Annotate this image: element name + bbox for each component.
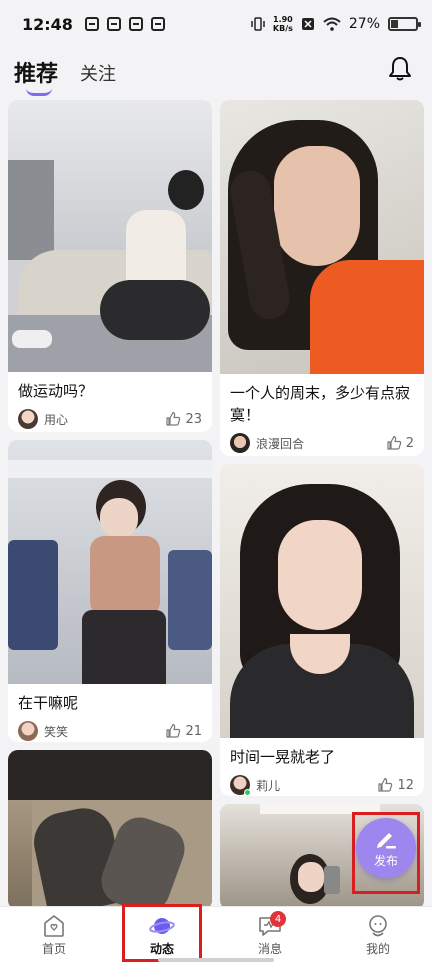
post-meta: 浪漫回合 2 (220, 426, 424, 456)
net-speed-unit: KB/s (272, 24, 293, 33)
nav-home[interactable]: 首页 (0, 907, 108, 964)
post-card[interactable]: 时间一晃就老了 莉儿 12 (220, 464, 424, 796)
like-button[interactable]: 2 (386, 435, 414, 451)
like-count: 12 (397, 777, 414, 793)
bell-icon[interactable] (388, 56, 412, 82)
post-meta: 莉儿 12 (220, 768, 424, 796)
publish-label: 发布 (373, 853, 398, 868)
battery-icon (388, 17, 421, 31)
wifi-icon (323, 17, 341, 31)
nav-messages-label: 消息 (257, 942, 282, 956)
post-photo[interactable] (220, 464, 424, 738)
post-card[interactable]: 一个人的周末，多少有点寂寞！ 浪漫回合 2 (220, 100, 424, 456)
thumbs-up-icon (378, 777, 393, 792)
tab-following-label: 关注 (80, 64, 117, 85)
post-photo[interactable] (8, 750, 212, 910)
tab-following[interactable]: 关注 (80, 60, 116, 98)
home-indicator (158, 958, 274, 962)
active-tab-indicator (26, 88, 52, 96)
vibrate-icon (251, 17, 265, 31)
publish-button[interactable]: 发布 (356, 818, 416, 878)
calendar-notification-icon (150, 17, 165, 31)
post-title: 做运动吗？ (18, 382, 94, 400)
thumbs-up-icon (166, 411, 181, 426)
nav-profile[interactable]: 我的 (324, 907, 432, 964)
top-tabs: 推荐 关注 (0, 48, 432, 98)
like-button[interactable]: 21 (165, 723, 202, 739)
avatar[interactable] (18, 409, 38, 429)
like-button[interactable]: 23 (165, 411, 202, 427)
avatar[interactable] (230, 775, 251, 796)
avatar[interactable] (18, 721, 38, 741)
pen-icon (377, 832, 396, 848)
post-title: 一个人的周末，多少有点寂寞！ (230, 384, 411, 424)
online-status-dot (244, 789, 251, 796)
nav-profile-label: 我的 (365, 942, 390, 956)
like-count: 23 (185, 411, 202, 427)
bottom-nav: 首页 动态 4 消息 我的 (0, 906, 432, 964)
like-count: 21 (185, 723, 202, 739)
battery-percent: 27% (348, 16, 380, 32)
thumbs-up-icon (387, 435, 401, 450)
network-speed: 1.90 KB/s (273, 15, 293, 33)
nav-home-label: 首页 (41, 942, 66, 956)
nav-highlight-box (122, 904, 202, 962)
home-icon (44, 915, 64, 937)
message-badge: 4 (270, 911, 286, 927)
post-meta: 笑笑 21 (8, 714, 212, 742)
like-count: 2 (405, 435, 414, 451)
sim-off-icon (301, 18, 314, 30)
net-speed-value: 1.90 (273, 15, 293, 24)
post-author[interactable]: 浪漫回合 (256, 435, 304, 452)
post-title: 在干嘛呢 (18, 694, 79, 712)
status-time: 12:48 (22, 14, 73, 34)
post-author[interactable]: 用心 (44, 411, 68, 428)
avatar[interactable] (230, 433, 250, 453)
post-card[interactable]: 做运动吗？ 用心 23 (8, 100, 212, 432)
nav-messages[interactable]: 4 消息 (216, 907, 324, 964)
post-author[interactable]: 莉儿 (256, 777, 280, 794)
message-notification-icon (106, 17, 121, 31)
post-meta: 用心 23 (8, 402, 212, 432)
post-photo[interactable] (220, 100, 424, 374)
profile-icon (369, 915, 387, 937)
post-card[interactable] (8, 750, 212, 910)
notification-icon (84, 17, 99, 31)
tab-recommend-label: 推荐 (14, 62, 59, 87)
post-photo[interactable] (8, 100, 212, 372)
post-title: 时间一晃就老了 (230, 748, 336, 766)
like-button[interactable]: 12 (377, 777, 414, 793)
app-notification-icon (128, 17, 143, 31)
tab-recommend[interactable]: 推荐 (14, 56, 58, 98)
thumbs-up-icon (166, 723, 181, 738)
post-card[interactable]: 在干嘛呢 笑笑 21 (8, 440, 212, 742)
status-bar: 12:48 1.90 KB/s 27% (0, 0, 432, 48)
post-author[interactable]: 笑笑 (44, 723, 68, 740)
post-photo[interactable] (8, 440, 212, 684)
